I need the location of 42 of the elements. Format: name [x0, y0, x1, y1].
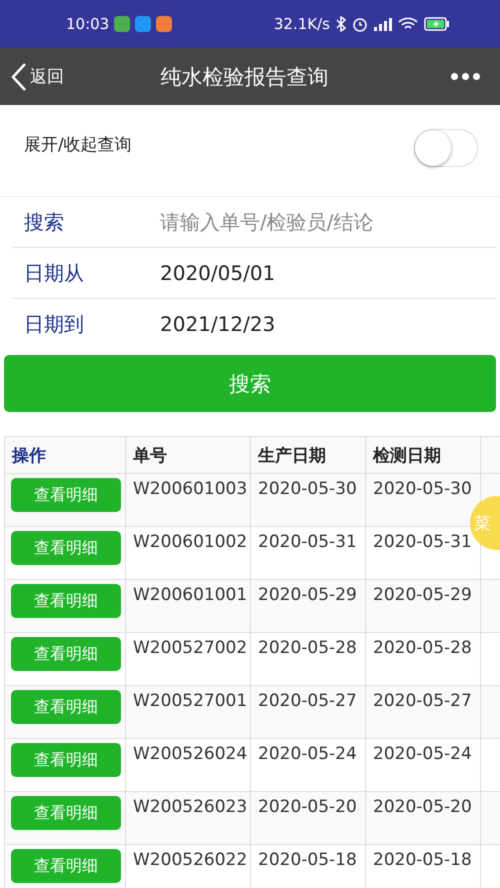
- column-header: 单号: [126, 436, 250, 474]
- table-cell: 2020-05-27: [366, 686, 480, 738]
- table-cell: W200527001: [126, 686, 250, 738]
- input-field[interactable]: 2020/05/01: [150, 251, 496, 295]
- app-icon: [114, 16, 130, 32]
- battery-icon: [424, 17, 450, 31]
- clock: 10:03: [66, 15, 110, 33]
- signal-icon: [374, 17, 392, 31]
- view-details-button[interactable]: 查看明细: [11, 584, 121, 618]
- toggle-switch[interactable]: [414, 129, 478, 167]
- view-details-button[interactable]: 查看明细: [11, 743, 121, 777]
- view-details-button[interactable]: 查看明细: [11, 531, 121, 565]
- back-button[interactable]: 返回: [10, 62, 64, 92]
- table-cell: 2020-05-30: [250, 474, 366, 526]
- view-details-button[interactable]: 查看明细: [11, 637, 121, 671]
- table-cell: 2020-05-27: [250, 686, 366, 738]
- column-header: 检测日期: [366, 436, 480, 474]
- table-cell: 2020-05-29: [366, 580, 480, 632]
- table-cell: W200526023: [126, 792, 250, 844]
- input-field[interactable]: 2021/12/23: [150, 302, 496, 346]
- field-label: 日期从: [23, 260, 85, 286]
- column-header: 操作: [4, 436, 126, 474]
- view-details-button[interactable]: 查看明细: [11, 478, 121, 512]
- column-header: 生产日期: [250, 436, 366, 474]
- view-details-button[interactable]: 查看明细: [11, 849, 121, 883]
- table-cell: 2020-05-20: [366, 792, 480, 844]
- view-details-button[interactable]: 查看明细: [11, 690, 121, 724]
- field-label: 日期到: [23, 310, 85, 338]
- table-cell: 2020-05-29: [250, 580, 366, 632]
- bluetooth-icon: [336, 16, 346, 32]
- table-cell: W200601003: [126, 474, 250, 526]
- input-field[interactable]: 请输入单号/检验员/结论: [150, 200, 496, 244]
- search-button[interactable]: 搜索: [4, 355, 496, 412]
- alarm-icon: [352, 16, 368, 32]
- page-title: 纯水检验报告查询: [160, 64, 330, 90]
- chevron-left-icon: [10, 62, 28, 92]
- network-speed: 32.1K/s: [274, 15, 330, 33]
- table-cell: 2020-05-20: [250, 792, 366, 844]
- field-label: 搜索: [23, 208, 65, 236]
- toggle-label: 展开/收起查询: [24, 134, 132, 156]
- table-cell: W200601001: [126, 580, 250, 632]
- view-details-button[interactable]: 查看明细: [11, 796, 121, 830]
